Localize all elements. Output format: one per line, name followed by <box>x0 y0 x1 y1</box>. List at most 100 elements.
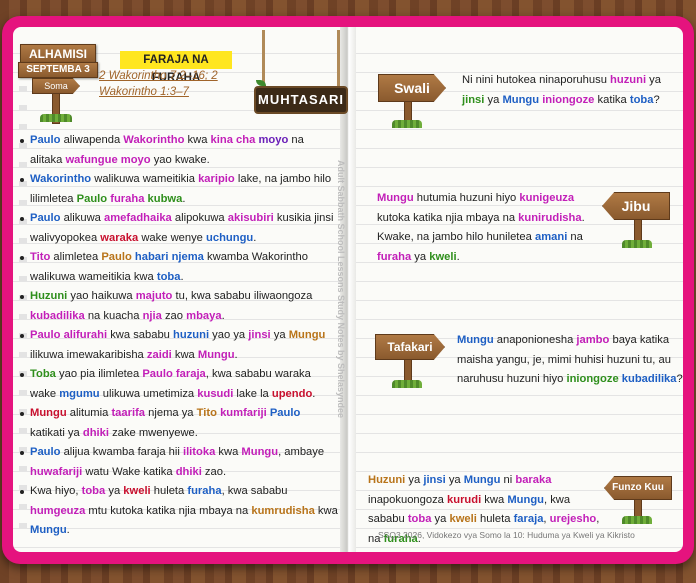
highlighted-word: toba <box>156 270 181 283</box>
highlighted-word: kusudi <box>197 387 234 400</box>
text-segment: wake wenye <box>138 231 207 244</box>
highlighted-word: Toba <box>30 368 56 380</box>
highlighted-word: faraja <box>175 368 206 380</box>
text-segment: kwa <box>314 504 338 517</box>
highlighted-word: kweli <box>123 485 151 497</box>
scripture-reference-2[interactable]: Wakorintho 1:3–7 <box>99 86 189 98</box>
text-segment: mtu kutoka katika njia mbaya na <box>85 504 252 517</box>
answer-text: Mungu hutumia huzuni hiyo kunigeuza kuto… <box>377 189 599 267</box>
highlighted-word: njia <box>142 309 162 322</box>
highlighted-word: toba <box>407 513 432 525</box>
text-segment: yao kwake. <box>150 153 210 166</box>
bullet-point: Huzuni yao haikuwa majuto tu, kwa sababu… <box>20 287 338 326</box>
highlighted-word: dhiki <box>175 465 202 478</box>
highlighted-word: karipio <box>198 173 235 185</box>
text-segment: katika <box>594 93 630 106</box>
text-segment: ya <box>405 474 424 486</box>
text-segment: huleta <box>150 485 188 497</box>
summary-sign: MUHTASARI <box>254 86 348 114</box>
text-segment: zao. <box>201 465 227 478</box>
highlighted-word: iniongoze <box>542 93 595 106</box>
text-segment: alimletea <box>50 251 102 263</box>
reflection-text: Mungu anaponionesha jambo baya katika ma… <box>457 331 685 390</box>
highlighted-word: Mungu <box>30 524 67 536</box>
highlighted-word: dhiki <box>82 426 109 439</box>
highlighted-word: iniongoze <box>566 373 619 385</box>
highlighted-word: kunigeuza <box>519 192 575 204</box>
bullet-point: Paulo aliwapenda Wakorintho kwa kina cha… <box>20 131 338 170</box>
highlighted-word: Mungu <box>463 474 501 486</box>
highlighted-word: kumfariji <box>220 407 267 419</box>
text-segment: alijua kwamba faraja hii <box>60 446 183 458</box>
grass-decoration <box>392 120 422 128</box>
text-segment: ya <box>445 474 464 486</box>
text-segment: tu, kwa sababu iliwaongoza <box>172 290 313 302</box>
text-segment: ya <box>646 74 662 86</box>
highlighted-word: alifurahi <box>63 329 108 341</box>
text-segment: yao haikuwa <box>67 290 136 302</box>
funzo-kuu-sign: Funzo Kuu <box>604 476 672 500</box>
highlighted-word: baraka <box>515 474 552 486</box>
highlighted-word: habari njema <box>134 251 204 263</box>
highlighted-word: Mungu <box>30 407 67 419</box>
highlighted-word: upendo <box>271 387 313 400</box>
highlighted-word: Paulo <box>142 368 173 380</box>
highlighted-word: zaidi <box>146 348 172 361</box>
highlighted-word: Paulo <box>30 329 61 341</box>
text-segment: Ni nini hutokea ninaporuhusu <box>462 74 611 86</box>
tafakari-sign: Tafakari <box>375 334 445 360</box>
bullet-point: Paulo alijua kwamba faraja hii ilitoka k… <box>20 443 338 482</box>
text-segment: kwa <box>215 446 242 458</box>
sign-rope-right <box>337 30 340 88</box>
text-segment: ? <box>653 93 660 106</box>
highlighted-word: Tito <box>30 251 51 263</box>
text-segment: ? <box>676 373 683 385</box>
text-segment: ya <box>411 250 430 263</box>
highlighted-word: Paulo <box>101 251 132 263</box>
scripture-reference-1[interactable]: 2 Wakorintho 7:2–16; 2 <box>99 70 218 82</box>
highlighted-word: Paulo <box>30 212 61 224</box>
text-segment: njema ya <box>145 407 197 419</box>
highlighted-word: mgumu <box>59 387 100 400</box>
text-segment: . <box>234 348 238 361</box>
text-segment: lake la <box>233 387 272 400</box>
grass-decoration <box>622 240 652 248</box>
highlighted-word: jinsi <box>462 93 485 106</box>
highlighted-word: Wakorintho <box>30 173 92 185</box>
highlighted-word: jinsi <box>248 329 271 341</box>
highlighted-word: waraka <box>100 231 139 244</box>
bullet-point: Toba yao pia ilimletea Paulo faraja, kwa… <box>20 365 338 404</box>
text-segment: ilikuwa imewakaribisha <box>30 348 147 361</box>
text-segment: , ambaye <box>278 446 325 458</box>
text-segment: na <box>567 231 583 243</box>
text-segment: watu Wake katika <box>82 465 176 478</box>
highlighted-word: majuto <box>135 290 173 302</box>
text-segment: ya <box>431 513 450 525</box>
text-segment: na kuacha <box>84 309 143 322</box>
highlighted-word: jambo <box>576 334 610 346</box>
text-segment: huleta <box>476 513 514 525</box>
text-segment: . <box>253 231 257 244</box>
swali-sign: Swali <box>378 74 446 102</box>
bullet-point: Tito alimletea Paulo habari njema kwamba… <box>20 248 338 287</box>
text-segment: kwa <box>184 134 211 146</box>
highlighted-word: toba <box>629 93 654 106</box>
highlighted-word: huwafariji <box>30 465 83 478</box>
text-segment: kwa <box>481 493 508 506</box>
day-sign: ALHAMISI <box>20 44 96 64</box>
highlighted-word: kina cha <box>210 134 256 146</box>
highlighted-word: Huzuni <box>30 290 68 302</box>
grass-decoration <box>40 114 72 122</box>
highlighted-word: kweli <box>449 513 477 525</box>
text-segment: . <box>180 270 184 283</box>
highlighted-word: amani <box>534 231 568 243</box>
text-segment: alitumia <box>66 407 112 419</box>
highlighted-word: faraja <box>513 513 544 525</box>
highlighted-word: urejesho <box>549 513 597 525</box>
question-text: Ni nini hutokea ninaporuhusu huzuni ya j… <box>462 71 684 110</box>
highlighted-word: taarifa <box>111 407 146 419</box>
highlighted-word: toba <box>81 485 106 497</box>
sign-rope-left <box>262 30 265 88</box>
highlighted-word: Paulo <box>76 192 108 205</box>
text-segment: zake mwenyewe. <box>108 426 198 439</box>
